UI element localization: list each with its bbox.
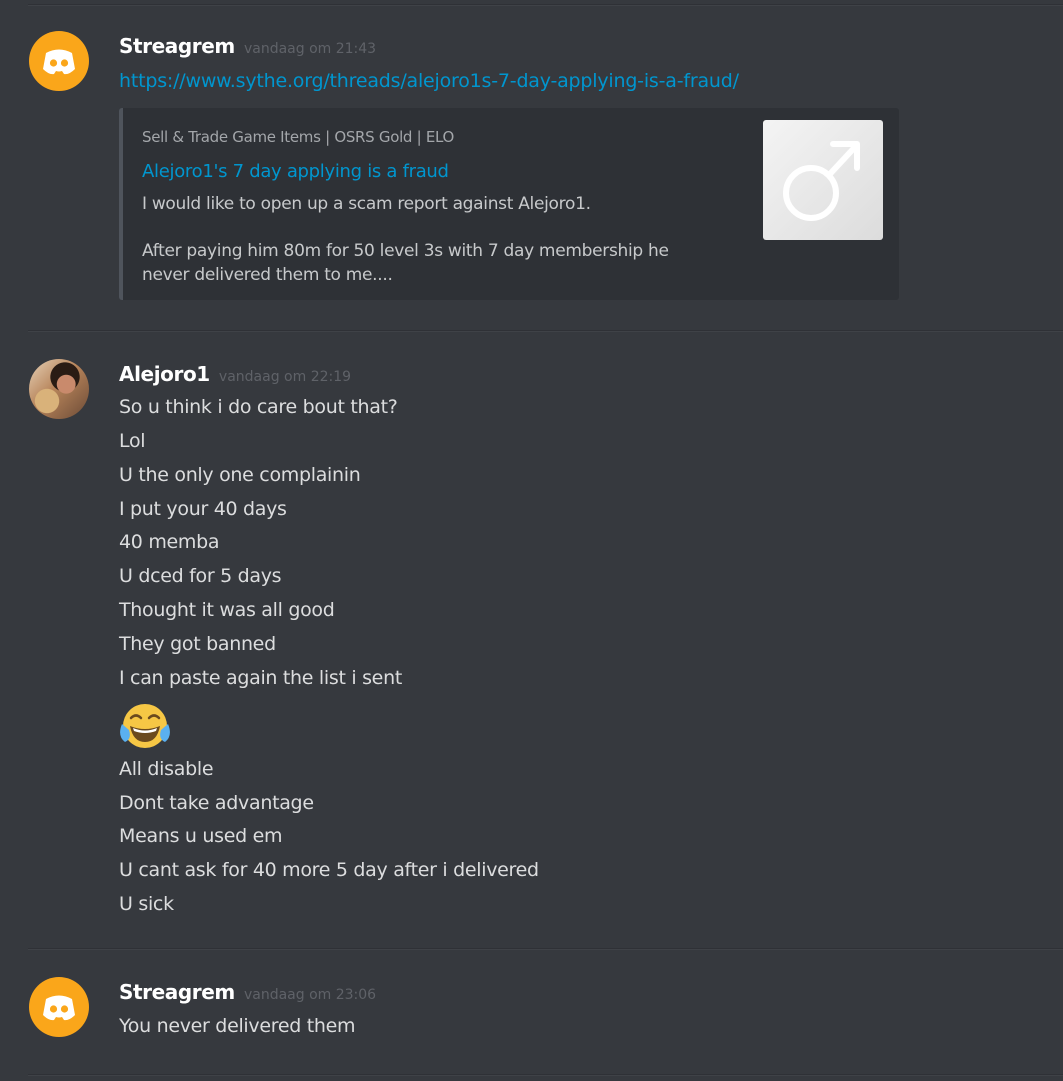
message-divider	[28, 1074, 1063, 1076]
message-text: I can paste again the list i sent	[119, 667, 402, 689]
message-header: Streagrem vandaag om 21:43	[119, 34, 376, 58]
message-text: All disable	[119, 758, 214, 780]
male-symbol-icon	[783, 141, 860, 221]
avatar[interactable]	[29, 359, 89, 419]
embed-description-line: After paying him 80m for 50 level 3s wit…	[142, 241, 669, 261]
message-text: U sick	[119, 893, 174, 915]
message-text: You never delivered them	[119, 1015, 356, 1037]
embed-provider: Sell & Trade Game Items | OSRS Gold | EL…	[142, 128, 455, 146]
discord-logo-icon	[43, 995, 75, 1021]
message-text: U cant ask for 40 more 5 day after i del…	[119, 859, 539, 881]
message-text: I put your 40 days	[119, 498, 287, 520]
message-text: 40 memba	[119, 531, 220, 553]
message-text: Dont take advantage	[119, 792, 314, 814]
timestamp: vandaag om 22:19	[218, 369, 352, 385]
embed-description-line: I would like to open up a scam report ag…	[142, 194, 591, 214]
username[interactable]: Alejoro1	[119, 362, 210, 386]
message-link[interactable]: https://www.sythe.org/threads/alejoro1s-…	[119, 70, 739, 92]
message-header: Streagrem vandaag om 23:06	[119, 980, 376, 1004]
message-text: They got banned	[119, 633, 276, 655]
message-text: https://www.sythe.org/threads/alejoro1s-…	[119, 70, 739, 92]
avatar[interactable]	[29, 31, 89, 91]
message-text: Means u used em	[119, 825, 283, 847]
chat-log: Streagrem vandaag om 21:43 https://www.s…	[0, 0, 1063, 1081]
link-embed: Sell & Trade Game Items | OSRS Gold | EL…	[119, 108, 899, 300]
embed-description-line: never delivered them to me....	[142, 265, 393, 285]
message-text: U dced for 5 days	[119, 565, 282, 587]
embed-title[interactable]: Alejoro1's 7 day applying is a fraud	[142, 161, 449, 182]
timestamp: vandaag om 23:06	[243, 987, 377, 1003]
message-divider	[28, 4, 1063, 6]
message-text: U the only one complainin	[119, 464, 361, 486]
message-text: Thought it was all good	[119, 599, 335, 621]
embed-description: I would like to open up a scam report ag…	[142, 192, 722, 287]
username[interactable]: Streagrem	[119, 34, 235, 58]
laughing-crying-emoji-icon	[120, 704, 170, 748]
message-text: Lol	[119, 430, 146, 452]
message-divider	[28, 948, 1063, 950]
username[interactable]: Streagrem	[119, 980, 235, 1004]
face-with-tears-of-joy-emoji	[119, 702, 171, 754]
message-text: So u think i do care bout that?	[119, 396, 398, 418]
timestamp: vandaag om 21:43	[243, 41, 377, 57]
message-header: Alejoro1 vandaag om 22:19	[119, 362, 351, 386]
message-divider	[28, 330, 1063, 332]
discord-logo-icon	[43, 49, 75, 75]
avatar[interactable]	[29, 977, 89, 1037]
embed-thumbnail[interactable]	[763, 120, 883, 240]
